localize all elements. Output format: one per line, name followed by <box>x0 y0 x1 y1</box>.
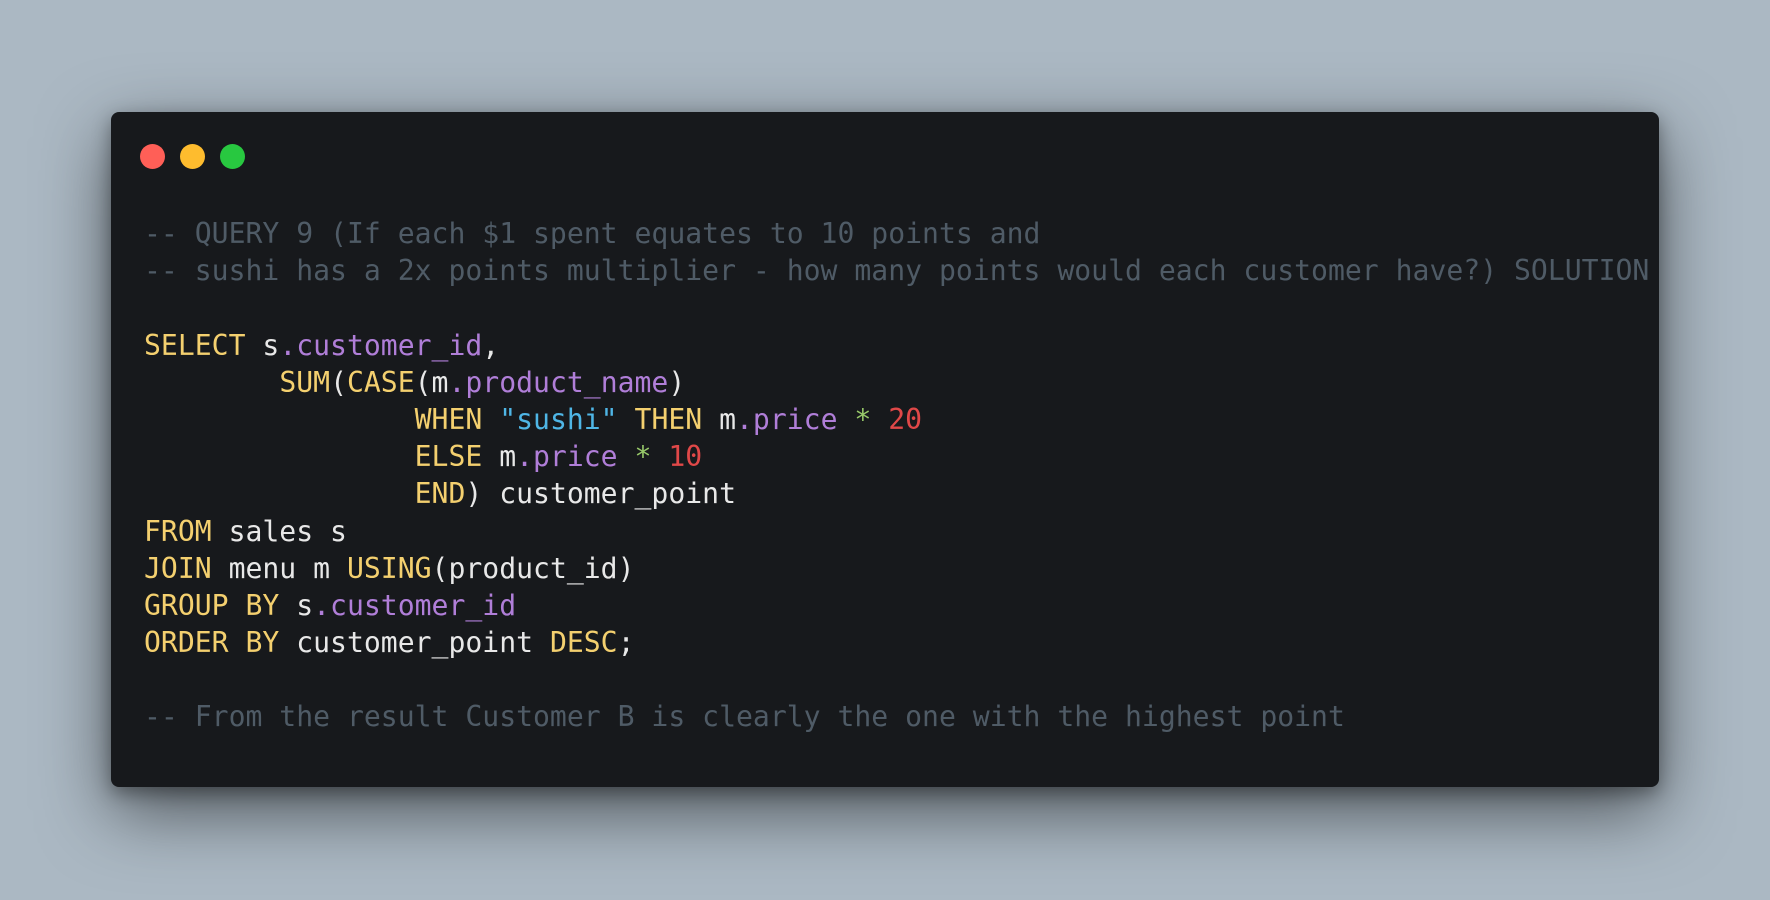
window-controls <box>140 144 245 169</box>
code-token: GROUP BY <box>144 588 280 622</box>
code-line: -- From the result Customer B is clearly… <box>144 698 1649 735</box>
code-line: END) customer_point <box>144 475 1649 512</box>
code-token: "sushi" <box>499 402 618 436</box>
code-token: END <box>414 477 466 511</box>
code-line: ORDER BY customer_point DESC; <box>144 624 1649 661</box>
code-token: ( <box>330 365 347 399</box>
code-line: GROUP BY s.customer_id <box>144 587 1649 624</box>
code-token: .price <box>736 402 838 436</box>
code-block: -- QUERY 9 (If each $1 spent equates to … <box>144 215 1649 736</box>
code-token: 10 <box>668 440 703 474</box>
code-token: ORDER BY <box>144 626 280 660</box>
code-token: * <box>854 402 872 436</box>
code-token: -- QUERY 9 (If each $1 spent equates to … <box>144 217 1041 250</box>
code-token: m <box>482 440 517 474</box>
code-line: WHEN "sushi" THEN m.price * 20 <box>144 401 1649 438</box>
close-dot-icon[interactable] <box>140 144 165 169</box>
code-window: -- QUERY 9 (If each $1 spent equates to … <box>111 112 1659 787</box>
code-token: SUM <box>279 365 331 399</box>
code-token: sales s <box>211 514 347 548</box>
code-line: -- QUERY 9 (If each $1 spent equates to … <box>144 215 1649 252</box>
code-token: menu m <box>211 551 347 585</box>
code-token: THEN <box>634 402 703 436</box>
code-token: (m <box>414 365 449 399</box>
minimize-dot-icon[interactable] <box>180 144 205 169</box>
code-token: -- sushi has a 2x points multiplier - ho… <box>144 254 1650 288</box>
code-token: customer_point <box>279 626 550 660</box>
code-token: .product_name <box>448 365 669 399</box>
code-line: ELSE m.price * 10 <box>144 438 1649 475</box>
code-token: .customer_id <box>313 588 517 622</box>
code-token: (product_id) <box>431 551 635 585</box>
code-token: ) customer_point <box>465 477 736 511</box>
code-token: m <box>702 402 737 436</box>
code-token: FROM <box>144 514 212 548</box>
code-token: ; <box>617 626 635 660</box>
code-token: DESC <box>549 626 618 660</box>
code-token: s <box>279 588 314 622</box>
code-token: USING <box>346 551 432 585</box>
code-token: WHEN <box>414 402 483 436</box>
code-line: JOIN menu m USING(product_id) <box>144 550 1649 587</box>
code-token: .customer_id <box>279 328 483 362</box>
code-token: 20 <box>888 402 923 436</box>
code-token: , <box>482 328 500 362</box>
code-line: SUM(CASE(m.product_name) <box>144 364 1649 401</box>
code-line: -- sushi has a 2x points multiplier - ho… <box>144 252 1649 289</box>
code-token: .price <box>516 440 618 474</box>
code-line: SELECT s.customer_id, <box>144 327 1649 364</box>
code-token: JOIN <box>144 551 212 585</box>
code-token: ) <box>668 365 686 399</box>
code-line: FROM sales s <box>144 513 1649 550</box>
code-token: ELSE <box>414 440 483 474</box>
maximize-dot-icon[interactable] <box>220 144 245 169</box>
code-token: s <box>245 328 280 362</box>
code-token: * <box>634 440 652 474</box>
code-token: SELECT <box>144 328 246 362</box>
code-token: -- From the result Customer B is clearly… <box>144 700 1345 734</box>
code-token: CASE <box>346 365 415 399</box>
